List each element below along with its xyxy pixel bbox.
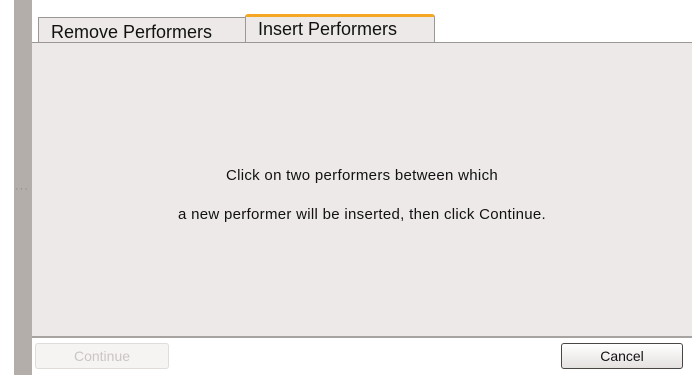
instruction-line-1: Click on two performers between which: [225, 167, 499, 184]
tab-remove-performers[interactable]: Remove Performers: [38, 17, 246, 42]
left-margin: [0, 0, 14, 375]
tab-content-panel: Click on two performers between which a …: [32, 42, 692, 338]
tab-bar: Remove Performers Insert Performers: [32, 0, 692, 42]
dialog-footer: Continue Cancel: [32, 338, 692, 375]
instruction-line-2: a new performer will be inserted, then c…: [177, 206, 547, 223]
cancel-button[interactable]: Cancel: [561, 343, 683, 369]
performers-dialog: Remove Performers Insert Performers Clic…: [32, 0, 692, 375]
grip-dots-icon: ···: [15, 183, 29, 195]
continue-button[interactable]: Continue: [35, 343, 169, 369]
tab-insert-performers[interactable]: Insert Performers: [245, 14, 435, 42]
